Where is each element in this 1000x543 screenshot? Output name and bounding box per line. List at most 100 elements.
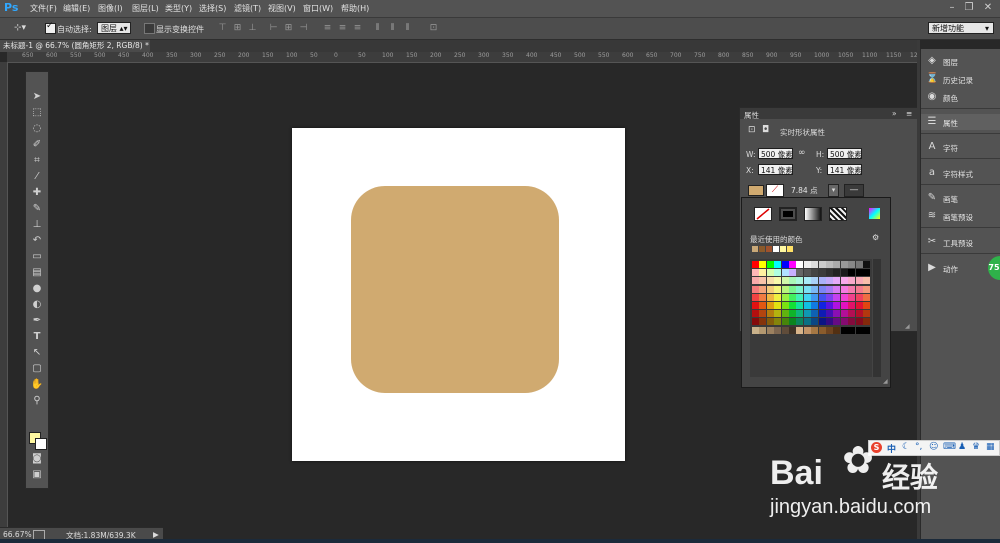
background-color-swatch[interactable] xyxy=(35,438,47,450)
zoom-level[interactable]: 66.67% xyxy=(3,530,32,539)
stroke-type-dropdown-icon[interactable]: — xyxy=(844,184,864,197)
color-picker-icon[interactable] xyxy=(869,208,880,219)
color-swatch[interactable] xyxy=(803,285,811,293)
align-top-icon[interactable]: ⊤ xyxy=(217,23,228,33)
ime-punct-icon[interactable]: °, xyxy=(915,442,922,452)
color-swatch[interactable] xyxy=(826,302,833,309)
color-swatch[interactable] xyxy=(766,269,774,277)
panel-menu-icon[interactable]: ≡ xyxy=(906,109,912,118)
color-swatch[interactable] xyxy=(803,261,811,268)
brush-tool-icon[interactable]: ✎ xyxy=(29,202,45,216)
color-swatch[interactable] xyxy=(826,285,833,293)
color-swatch[interactable] xyxy=(803,269,811,277)
close-window-button[interactable]: ✕ xyxy=(982,2,994,14)
dock-item-tool-presets[interactable]: ✂ 工具预设 xyxy=(921,234,1000,250)
color-swatch[interactable] xyxy=(774,277,782,285)
color-swatch[interactable] xyxy=(781,285,789,293)
color-swatch[interactable] xyxy=(848,326,856,334)
color-swatch[interactable] xyxy=(848,302,856,309)
solid-color-button[interactable] xyxy=(779,207,797,221)
color-swatch[interactable] xyxy=(781,318,789,326)
color-swatch[interactable] xyxy=(789,277,796,285)
color-swatch[interactable] xyxy=(781,277,789,285)
color-swatch[interactable] xyxy=(766,318,774,326)
color-swatch[interactable] xyxy=(759,293,767,301)
auto-select-dropdown[interactable]: 图层 ▴▾ xyxy=(97,22,131,34)
fill-color-swatch[interactable] xyxy=(748,185,764,196)
color-swatch[interactable] xyxy=(840,318,848,326)
color-swatch[interactable] xyxy=(803,326,811,334)
color-swatch[interactable] xyxy=(781,326,789,334)
color-swatch[interactable] xyxy=(855,310,863,318)
menu-layer[interactable]: 图层(L) xyxy=(132,3,159,14)
color-swatch[interactable] xyxy=(826,269,833,277)
color-swatch[interactable] xyxy=(789,269,796,277)
align-bottom-icon[interactable]: ⊥ xyxy=(247,23,258,33)
color-swatch[interactable] xyxy=(796,261,804,268)
color-swatch[interactable] xyxy=(789,318,796,326)
dock-item-color[interactable]: ◉ 颜色 xyxy=(921,89,1000,105)
color-swatch[interactable] xyxy=(759,310,767,318)
workspace-switcher[interactable]: 新增功能 ▾ xyxy=(928,22,994,34)
color-swatch[interactable] xyxy=(818,293,826,301)
color-swatch[interactable] xyxy=(774,285,782,293)
color-swatch[interactable] xyxy=(863,293,870,301)
document-canvas[interactable] xyxy=(292,128,625,461)
color-swatch[interactable] xyxy=(766,277,774,285)
color-swatch[interactable] xyxy=(796,318,804,326)
color-swatch[interactable] xyxy=(811,318,819,326)
pattern-button[interactable] xyxy=(829,207,847,221)
color-swatch[interactable] xyxy=(789,302,796,309)
eraser-tool-icon[interactable]: ▭ xyxy=(29,250,45,264)
recent-color-swatch[interactable] xyxy=(780,246,786,252)
distribute-right-icon[interactable]: ⦀ xyxy=(402,23,413,33)
color-swatch[interactable] xyxy=(811,310,819,318)
color-swatch[interactable] xyxy=(759,318,767,326)
color-swatch[interactable] xyxy=(774,302,782,309)
gradient-button[interactable] xyxy=(804,207,822,221)
dock-item-brush[interactable]: ✎ 画笔 xyxy=(921,190,1000,206)
color-swatch[interactable] xyxy=(818,269,826,277)
color-swatch[interactable] xyxy=(774,261,782,268)
color-swatch[interactable] xyxy=(855,285,863,293)
color-swatch[interactable] xyxy=(848,285,856,293)
distribute-top-icon[interactable]: ≡ xyxy=(322,23,333,33)
color-swatch[interactable] xyxy=(752,285,759,293)
path-selection-tool-icon[interactable]: ↖ xyxy=(29,346,45,360)
color-swatch[interactable] xyxy=(796,285,804,293)
ime-moon-icon[interactable]: ☾ xyxy=(902,442,910,452)
healing-brush-tool-icon[interactable]: ✚ xyxy=(29,186,45,200)
document-tab[interactable]: 未标题-1 @ 66.7% (圆角矩形 2, RGB/8) * × xyxy=(0,40,150,52)
color-swatch[interactable] xyxy=(789,293,796,301)
picker-resize-icon[interactable]: ◢ xyxy=(883,378,888,385)
menu-type[interactable]: 类型(Y) xyxy=(165,3,192,14)
dock-item-character[interactable]: A 字符 xyxy=(921,139,1000,155)
color-swatch[interactable] xyxy=(796,277,804,285)
rounded-rectangle-shape[interactable] xyxy=(351,186,559,393)
color-swatch[interactable] xyxy=(818,261,826,268)
color-swatch[interactable] xyxy=(818,302,826,309)
dock-item-brush-presets[interactable]: ≋ 画笔预设 xyxy=(921,208,1000,224)
color-swatch[interactable] xyxy=(818,277,826,285)
color-swatch[interactable] xyxy=(818,310,826,318)
color-swatch[interactable] xyxy=(811,293,819,301)
color-swatch[interactable] xyxy=(811,326,819,334)
color-swatch[interactable] xyxy=(811,269,819,277)
height-field[interactable]: 500 像素 xyxy=(827,148,862,159)
color-swatch[interactable] xyxy=(818,285,826,293)
align-left-icon[interactable]: ⊢ xyxy=(268,23,279,33)
color-swatch[interactable] xyxy=(752,302,759,309)
color-swatch[interactable] xyxy=(781,293,789,301)
color-swatch[interactable] xyxy=(855,326,863,334)
color-swatch[interactable] xyxy=(826,277,833,285)
hand-tool-icon[interactable]: ✋ xyxy=(29,378,45,392)
color-swatch[interactable] xyxy=(803,277,811,285)
menu-image[interactable]: 图像(I) xyxy=(98,3,123,14)
properties-tab[interactable]: 属性 xyxy=(744,110,759,121)
menu-view[interactable]: 视图(V) xyxy=(268,3,296,14)
ime-keyboard-icon[interactable]: ⌨ xyxy=(943,442,956,452)
color-swatch[interactable] xyxy=(766,293,774,301)
color-swatch[interactable] xyxy=(752,326,759,334)
color-swatch[interactable] xyxy=(774,326,782,334)
quick-mask-icon[interactable]: ◙ xyxy=(29,452,45,466)
